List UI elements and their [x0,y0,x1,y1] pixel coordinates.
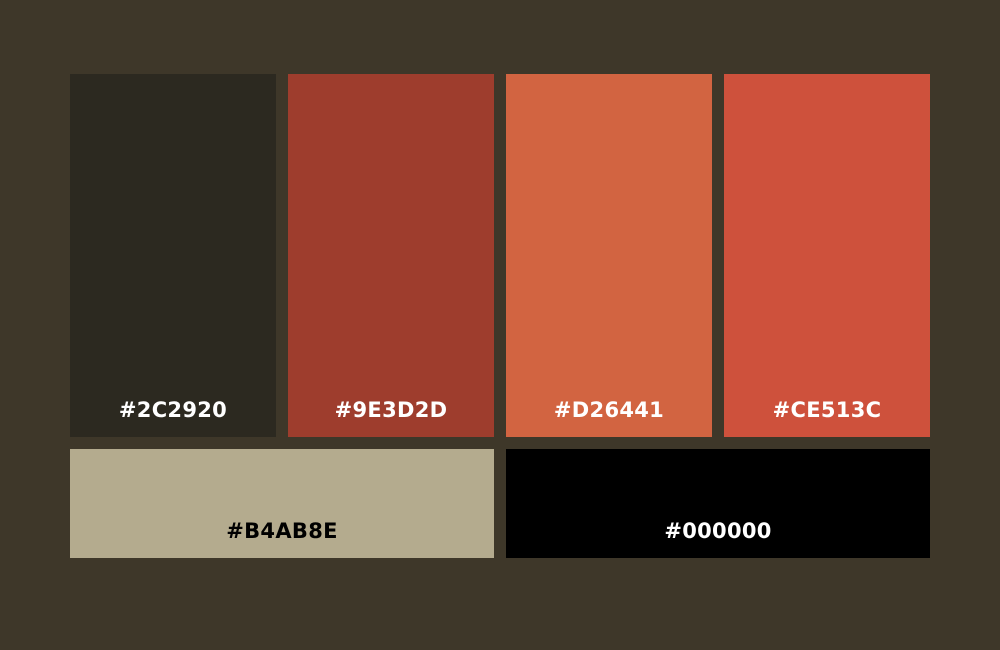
palette-canvas: #2C2920 #9E3D2D #D26441 #CE513C #B4AB8E … [0,0,1000,650]
color-swatch[interactable]: #000000 [506,449,930,558]
color-swatch[interactable]: #B4AB8E [70,449,494,558]
color-swatch[interactable]: #D26441 [506,74,712,437]
swatch-hex-label: #CE513C [772,398,882,422]
swatch-hex-label: #B4AB8E [226,519,338,543]
color-swatch[interactable]: #CE513C [724,74,930,437]
color-swatch[interactable]: #2C2920 [70,74,276,437]
swatch-hex-label: #000000 [664,519,772,543]
color-swatch[interactable]: #9E3D2D [288,74,494,437]
swatch-hex-label: #2C2920 [118,398,228,422]
swatch-hex-label: #9E3D2D [334,398,448,422]
swatch-hex-label: #D26441 [553,398,665,422]
